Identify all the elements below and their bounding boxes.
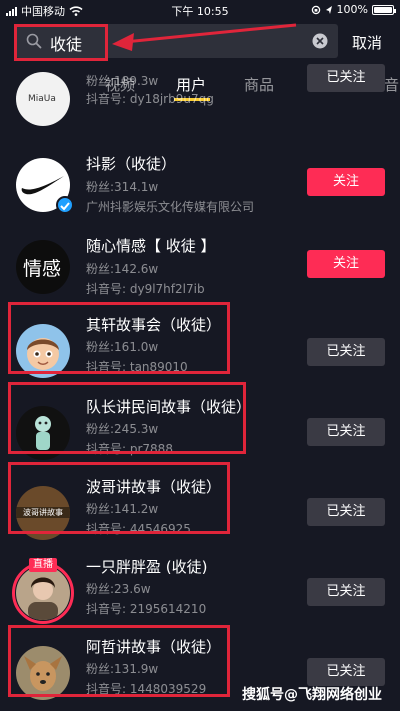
battery-icon	[372, 4, 396, 15]
account-id: 广州抖影娱乐文化传媒有限公司	[86, 200, 255, 214]
fan-count: 粉丝:142.6w	[86, 262, 159, 276]
user-name: 随心情感【 收徒 】	[86, 237, 216, 255]
avatar-logo-text: MiaUa	[28, 94, 56, 104]
clear-icon[interactable]	[312, 33, 328, 49]
fan-count: 粉丝:314.1w	[86, 180, 159, 194]
battery-percent: 100%	[336, 3, 368, 16]
cancel-button[interactable]: 取消	[352, 32, 382, 53]
orientation-lock-icon	[311, 5, 320, 14]
followed-button[interactable]: 已关注	[307, 338, 385, 366]
avatar-logo-text: 情感	[23, 258, 62, 280]
annotation-box	[8, 382, 246, 454]
followed-button[interactable]: 已关注	[307, 658, 385, 686]
followed-button[interactable]: 已关注	[307, 578, 385, 606]
avatar: MiaUa	[16, 72, 70, 126]
account-id: 抖音号: dy18jrb9u7qg	[86, 92, 214, 106]
list-item[interactable]: 情感 随心情感【 收徒 】 粉丝:142.6w 抖音号: dy9l7hf2l7i…	[0, 232, 400, 312]
annotation-arrow-icon	[112, 23, 297, 51]
annotation-box	[8, 302, 230, 374]
user-name: 抖影（收徒）	[86, 155, 177, 173]
followed-button[interactable]: 已关注	[307, 64, 385, 92]
person-photo-icon	[28, 577, 58, 620]
fan-count: 粉丝:23.6w	[86, 582, 151, 596]
annotation-box	[8, 625, 230, 697]
location-icon	[325, 5, 332, 14]
battery-fill	[374, 6, 392, 13]
list-item[interactable]: 抖影（收徒） 粉丝:314.1w 广州抖影娱乐文化传媒有限公司 关注	[0, 150, 400, 230]
fan-count: 粉丝:189.3w	[86, 74, 159, 88]
list-item[interactable]: MiaUa 粉丝:189.3w 抖音号: dy18jrb9u7qg 已关注	[0, 64, 400, 152]
avatar	[16, 566, 70, 620]
live-badge: 直播	[29, 558, 57, 572]
watermark: 搜狐号@飞翔网络创业	[242, 687, 382, 703]
avatar: 情感	[16, 240, 70, 294]
list-item[interactable]: 直播 一只胖胖盈 (收徒) 粉丝:23.6w 抖音号: 2195614210 已…	[0, 556, 400, 636]
annotation-box	[8, 462, 230, 534]
followed-button[interactable]: 已关注	[307, 418, 385, 446]
user-name: 一只胖胖盈 (收徒)	[86, 558, 208, 576]
followed-button[interactable]: 已关注	[307, 498, 385, 526]
annotation-box-search	[14, 24, 108, 61]
status-bar: 中国移动 下午 10:55 100%	[0, 0, 400, 20]
verified-icon	[56, 196, 74, 214]
follow-button[interactable]: 关注	[307, 250, 385, 278]
account-id: 抖音号: dy9l7hf2l7ib	[86, 282, 205, 296]
follow-button[interactable]: 关注	[307, 168, 385, 196]
status-right: 100%	[311, 3, 396, 16]
account-id: 抖音号: 2195614210	[86, 602, 207, 616]
